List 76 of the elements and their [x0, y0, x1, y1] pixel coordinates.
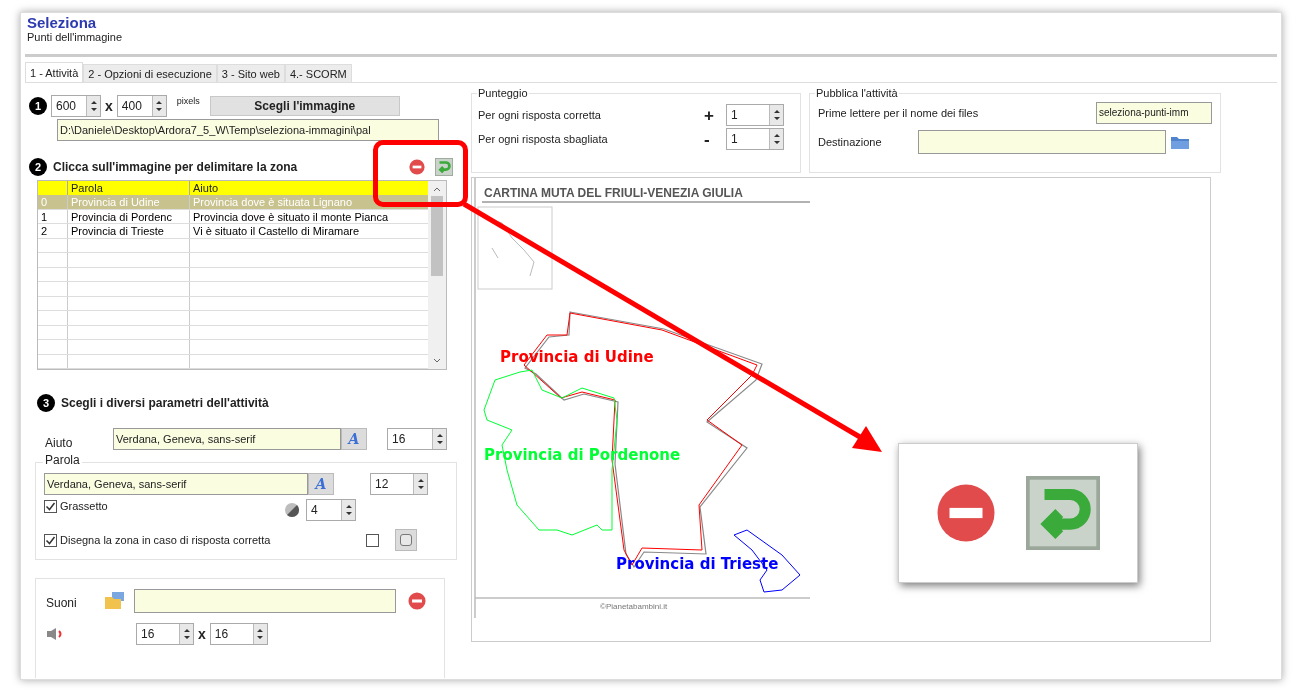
size-spinner[interactable]: 12	[370, 473, 428, 495]
sound-file-field[interactable]	[134, 589, 396, 613]
scrollbar[interactable]	[428, 181, 446, 369]
tab[interactable]: 3 - Sito web	[216, 64, 285, 82]
spinner-arrows-icon[interactable]	[769, 129, 783, 149]
group-label: Parola	[43, 454, 82, 466]
table-row[interactable]: 2 Provincia di Trieste Vi è situato il Castello di Miramare	[38, 224, 428, 239]
tab[interactable]: 2 - Opzioni di esecuzione	[83, 64, 217, 82]
table-cell-text: Provincia dove è situata Lignano	[192, 195, 353, 209]
checkbox-label: Grassetto	[60, 498, 108, 514]
unit-label: pixels	[176, 95, 200, 108]
field-label: Aiuto	[45, 435, 74, 452]
map-credit: ©Pianetabambini.it	[600, 601, 668, 613]
group-title: Punteggio	[477, 87, 529, 99]
tab[interactable]: 1 - Attività	[25, 62, 84, 82]
zone-label: Provincia di Udine	[500, 347, 654, 368]
score-spinner[interactable]: 1	[726, 104, 784, 126]
font-field[interactable]: Verdana, Geneva, sans-serif	[44, 473, 308, 495]
checkbox[interactable]	[44, 533, 57, 547]
window-subtitle: Punti dell'immagine	[27, 31, 124, 44]
remove-icon[interactable]	[408, 592, 426, 610]
prefix-field[interactable]: seleziona-punti-imm	[1096, 102, 1212, 124]
height-spinner[interactable]: 400	[116, 95, 167, 117]
step-title: Clicca sull'immagine per delimitare la zona	[53, 159, 298, 176]
spinner-arrows-icon[interactable]	[179, 624, 193, 644]
step-number-badge: 2	[29, 158, 47, 176]
width-spinner[interactable]: 16	[136, 623, 194, 645]
checkbox[interactable]	[44, 499, 57, 513]
table-cell-text: Vi è situato il Castello di Miramare	[192, 224, 361, 238]
step-title: Scegli i diversi parametri dell'attività	[61, 395, 269, 412]
destination-field[interactable]	[918, 130, 1166, 154]
spinner-arrows-icon[interactable]	[86, 96, 100, 116]
table-cell: Provincia di Trieste	[68, 224, 190, 238]
path-field[interactable]: D:\Daniele\Desktop\Ardora7_5_W\Temp\seleziona-immagini\pal	[57, 119, 439, 141]
times-sign: x	[105, 96, 113, 116]
step-number-badge: 3	[37, 394, 55, 412]
remove-icon[interactable]	[409, 159, 425, 175]
score-sign: +	[704, 106, 715, 124]
choose-image-button[interactable]: Scegli l'immagine	[209, 96, 400, 116]
checkbox[interactable]	[366, 533, 379, 547]
font-field[interactable]: Verdana, Geneva, sans-serif	[113, 428, 341, 450]
step-number-badge: 1	[29, 97, 47, 115]
border-spinner[interactable]: 4	[306, 499, 356, 521]
height-spinner[interactable]: 16	[209, 623, 268, 645]
score-spinner[interactable]: 1	[726, 128, 784, 150]
field-label: Prime lettere per il nome dei files	[818, 105, 980, 121]
spinner-arrows-icon[interactable]	[413, 474, 427, 494]
folder-icon[interactable]	[1170, 134, 1190, 150]
score-label: Per ogni risposta corretta	[478, 107, 602, 123]
field-label: Suoni	[46, 595, 78, 612]
tab[interactable]: 4.- SCORM	[284, 64, 352, 82]
spinner-arrows-icon[interactable]	[252, 624, 267, 644]
color-button[interactable]	[395, 529, 417, 551]
score-sign: -	[704, 130, 711, 148]
table-cell: 1	[38, 209, 68, 223]
table-cell: Provincia di Udine	[68, 195, 190, 209]
checkbox-label: Disegna la zona in caso di risposta corretta	[60, 532, 272, 548]
size-spinner[interactable]: 16	[387, 428, 447, 450]
table-cell: Provincia di Pordenc	[68, 209, 190, 223]
spinner-arrows-icon[interactable]	[341, 500, 355, 520]
window-title: Seleziona	[27, 15, 98, 31]
border-width-icon	[284, 502, 300, 518]
table-cell-text: Provincia dove è situato il monte Pianca	[192, 209, 390, 223]
table-cell: 0	[38, 195, 68, 209]
spinner-arrows-icon[interactable]	[769, 105, 783, 125]
map-title: CARTINA MUTA DEL FRIULI-VENEZIA GIULIA	[484, 185, 743, 202]
score-label: Per ogni risposta sbagliata	[478, 131, 609, 147]
spinner-arrows-icon[interactable]	[432, 429, 446, 449]
field-label: Destinazione	[818, 134, 883, 150]
remove-icon[interactable]	[936, 483, 996, 543]
spinner-arrows-icon[interactable]	[151, 96, 166, 116]
times-sign: x	[198, 624, 206, 644]
width-spinner[interactable]: 600	[51, 95, 101, 117]
table-cell: 2	[38, 224, 68, 238]
group-title: Pubblica l'attività	[815, 87, 899, 99]
column-header: Aiuto	[192, 181, 220, 195]
